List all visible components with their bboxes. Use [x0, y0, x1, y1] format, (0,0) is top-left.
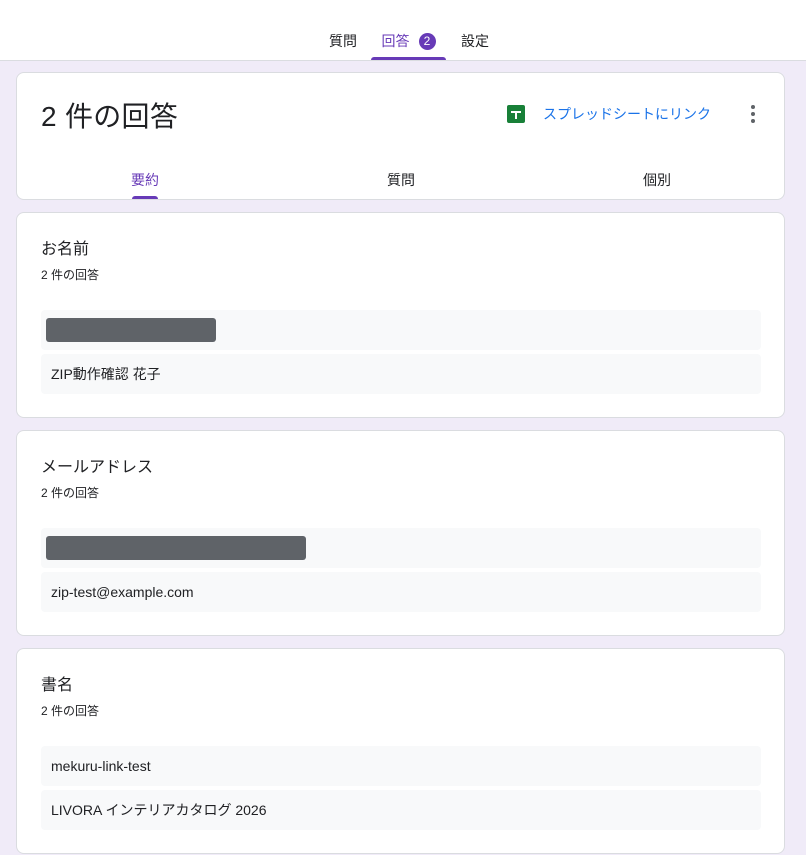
- subtab-question-label: 質問: [387, 172, 415, 188]
- subtab-question[interactable]: 質問: [273, 161, 529, 199]
- link-to-sheets-label: スプレッドシートにリンク: [543, 106, 711, 122]
- tab-responses-label: 回答: [381, 33, 410, 49]
- subtab-active-indicator: [132, 196, 158, 199]
- answer-item: [41, 528, 761, 568]
- tab-active-indicator: [371, 57, 446, 60]
- subtab-summary-label: 要約: [131, 172, 159, 188]
- answer-text: LIVORA インテリアカタログ 2026: [51, 802, 267, 818]
- top-nav: 質問 回答 2 設定: [0, 0, 806, 61]
- tab-settings-label: 設定: [461, 33, 489, 49]
- answer-item: LIVORA インテリアカタログ 2026: [41, 790, 761, 830]
- tab-settings[interactable]: 設定: [454, 0, 496, 60]
- sheets-icon: [507, 105, 525, 123]
- redacted-answer: [46, 318, 216, 342]
- tab-questions[interactable]: 質問: [322, 0, 364, 60]
- answer-item: [41, 310, 761, 350]
- subtab-individual[interactable]: 個別: [529, 161, 785, 199]
- tab-responses[interactable]: 回答 2: [371, 0, 446, 60]
- question-card-name: お名前 2 件の回答 ZIP動作確認 花子: [16, 212, 785, 418]
- question-card-book-title: 書名 2 件の回答 mekuru-link-test LIVORA インテリアカ…: [16, 648, 785, 854]
- answer-text: ZIP動作確認 花子: [51, 366, 161, 382]
- answer-text: zip-test@example.com: [51, 584, 194, 600]
- responses-title: 2 件の回答: [41, 101, 179, 132]
- question-response-count: 2 件の回答: [41, 704, 100, 718]
- more-options-icon[interactable]: [747, 105, 759, 123]
- subtab-summary[interactable]: 要約: [17, 161, 273, 199]
- subtab-individual-label: 個別: [643, 172, 671, 188]
- question-title: 書名: [41, 677, 74, 694]
- question-card-email: メールアドレス 2 件の回答 zip-test@example.com: [16, 430, 785, 636]
- answer-text: mekuru-link-test: [51, 758, 151, 774]
- responses-summary-card: 2 件の回答 スプレッドシートにリンク 要約 質問 個別: [16, 72, 785, 200]
- question-title: メールアドレス: [41, 459, 154, 476]
- answer-item: mekuru-link-test: [41, 746, 761, 786]
- answer-item: ZIP動作確認 花子: [41, 354, 761, 394]
- response-view-tabs: 要約 質問 個別: [17, 161, 784, 201]
- question-response-count: 2 件の回答: [41, 486, 100, 500]
- question-title: お名前: [41, 241, 90, 258]
- tab-questions-label: 質問: [329, 33, 357, 49]
- response-count-badge: 2: [418, 32, 436, 50]
- redacted-answer: [46, 536, 306, 560]
- question-response-count: 2 件の回答: [41, 268, 100, 282]
- answer-item: zip-test@example.com: [41, 572, 761, 612]
- link-to-sheets-button[interactable]: スプレッドシートにリンク: [507, 103, 711, 125]
